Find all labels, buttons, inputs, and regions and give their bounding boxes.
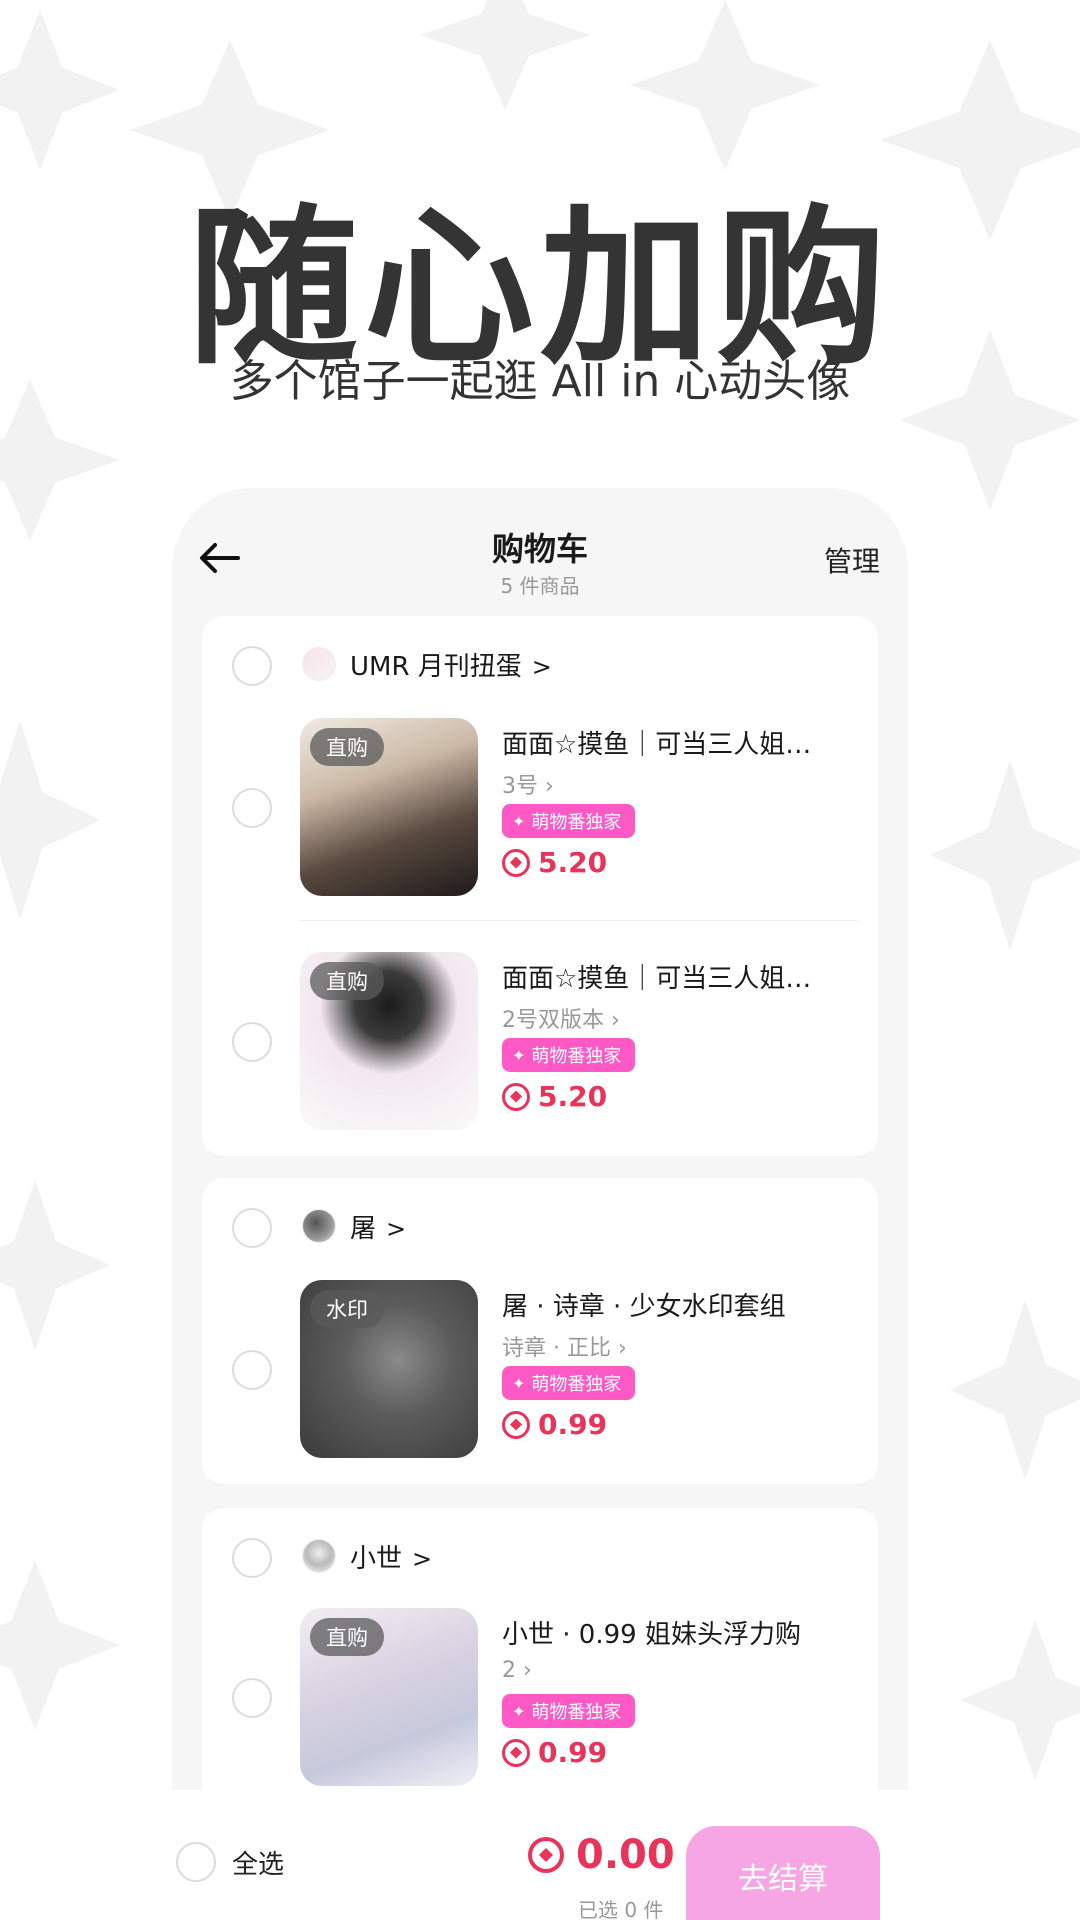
price-value: 5.20	[538, 846, 608, 879]
cart-item: 直购 面面☆摸鱼｜可当三人姐… 2号双版本 › ✦ 萌物番独家 5.20	[202, 952, 878, 1142]
coin-icon	[502, 848, 530, 877]
coin-icon	[502, 1738, 530, 1767]
item-select-radio[interactable]	[232, 1022, 272, 1062]
exclusive-badge: ✦ 萌物番独家	[502, 1694, 636, 1728]
chevron-right-icon: >	[531, 653, 552, 681]
checkout-bar: 全选 0.00 已选 0 件 去结算	[138, 1790, 910, 1920]
shop-header: 屠 >	[202, 1178, 878, 1278]
item-title[interactable]: 小世 · 0.99 姐妹头浮力购	[502, 1614, 832, 1651]
exclusive-badge: ✦ 萌物番独家	[502, 1366, 636, 1400]
chevron-right-icon: >	[412, 1545, 433, 1573]
item-thumbnail[interactable]: 直购	[300, 1608, 478, 1786]
shop-avatar	[302, 1539, 336, 1573]
coin-icon	[528, 1837, 564, 1873]
badge-label: 萌物番独家	[531, 1702, 622, 1723]
shop-select-radio[interactable]	[232, 1538, 272, 1578]
manage-button[interactable]: 管理	[824, 540, 880, 580]
cart-item: 直购 小世 · 0.99 姐妹头浮力购 2 › ✦ 萌物番独家 0.99	[202, 1608, 878, 1798]
price-value: 5.20	[538, 1080, 608, 1113]
total-price: 0.00	[528, 1832, 675, 1878]
item-spec[interactable]: 诗章 · 正比 ›	[502, 1330, 627, 1362]
item-price: 5.20	[502, 1080, 607, 1113]
item-select-radio[interactable]	[232, 788, 272, 828]
coin-icon	[502, 1410, 530, 1439]
phone-mockup: 购物车 5 件商品 管理 UMR 月刊扭蛋 > 直购 面面☆摸鱼｜可当三人姐… 3…	[172, 488, 908, 1920]
item-tag: 直购	[310, 728, 384, 766]
item-tag: 直购	[310, 1618, 384, 1656]
sparkle-icon: ✦	[512, 811, 526, 831]
item-title[interactable]: 面面☆摸鱼｜可当三人姐…	[502, 724, 832, 761]
sparkle-icon: ✦	[512, 1045, 526, 1065]
coin-icon	[502, 1082, 530, 1111]
shop-avatar	[302, 1209, 336, 1243]
checkout-button[interactable]: 去结算	[686, 1826, 880, 1920]
item-select-radio[interactable]	[232, 1678, 272, 1718]
price-value: 0.99	[538, 1408, 608, 1441]
item-price: 0.99	[502, 1408, 607, 1441]
item-thumbnail[interactable]: 直购	[300, 952, 478, 1130]
chevron-right-icon: >	[386, 1215, 407, 1243]
exclusive-badge: ✦ 萌物番独家	[502, 804, 636, 838]
shop-header: 小世 >	[202, 1508, 878, 1608]
shop-name: UMR 月刊扭蛋	[350, 652, 522, 682]
cart-item: 直购 面面☆摸鱼｜可当三人姐… 3号 › ✦ 萌物番独家 5.20	[202, 718, 878, 908]
shop-card: 屠 > 水印 屠 · 诗章 · 少女水印套组 诗章 · 正比 › ✦ 萌物番独家 …	[202, 1178, 878, 1484]
item-price: 0.99	[502, 1736, 607, 1769]
shop-name-link[interactable]: 屠 >	[350, 1208, 406, 1245]
shop-header: UMR 月刊扭蛋 >	[202, 616, 878, 716]
shop-select-radio[interactable]	[232, 1208, 272, 1248]
select-all-radio[interactable]	[176, 1842, 216, 1882]
badge-label: 萌物番独家	[531, 1046, 622, 1067]
hero-subtitle: 多个馆子一起逛 All in 心动头像	[229, 356, 851, 407]
item-price: 5.20	[502, 846, 607, 879]
item-thumbnail[interactable]: 直购	[300, 718, 478, 896]
shop-select-radio[interactable]	[232, 646, 272, 686]
shop-name: 小世	[350, 1544, 403, 1574]
badge-label: 萌物番独家	[531, 812, 622, 833]
sparkle-icon: ✦	[512, 1701, 526, 1721]
item-count: 5 件商品	[500, 574, 580, 598]
item-tag: 水印	[310, 1290, 384, 1328]
item-title[interactable]: 屠 · 诗章 · 少女水印套组	[502, 1286, 832, 1323]
total-value: 0.00	[576, 1832, 675, 1878]
badge-label: 萌物番独家	[531, 1374, 622, 1395]
shop-avatar	[302, 647, 336, 681]
price-value: 0.99	[538, 1736, 608, 1769]
item-select-radio[interactable]	[232, 1350, 272, 1390]
exclusive-badge: ✦ 萌物番独家	[502, 1038, 636, 1072]
sparkle-icon: ✦	[512, 1373, 526, 1393]
shop-name-link[interactable]: UMR 月刊扭蛋 >	[350, 646, 552, 683]
shop-name-link[interactable]: 小世 >	[350, 1538, 432, 1575]
item-thumbnail[interactable]: 水印	[300, 1280, 478, 1458]
page-title: 购物车	[491, 530, 588, 568]
cart-item: 水印 屠 · 诗章 · 少女水印套组 诗章 · 正比 › ✦ 萌物番独家 0.9…	[202, 1280, 878, 1470]
divider	[300, 920, 858, 921]
item-spec[interactable]: 3号 ›	[502, 768, 554, 800]
shop-name: 屠	[350, 1214, 377, 1244]
cart-nav-bar: 购物车 5 件商品 管理	[172, 488, 908, 618]
shop-card: UMR 月刊扭蛋 > 直购 面面☆摸鱼｜可当三人姐… 3号 › ✦ 萌物番独家 5…	[202, 616, 878, 1156]
select-all-label[interactable]: 全选	[232, 1844, 284, 1881]
item-tag: 直购	[310, 962, 384, 1000]
selected-count: 已选 0 件	[578, 1898, 664, 1920]
item-spec[interactable]: 2号双版本 ›	[502, 1002, 620, 1034]
item-title[interactable]: 面面☆摸鱼｜可当三人姐…	[502, 958, 832, 995]
item-spec[interactable]: 2 ›	[502, 1658, 532, 1683]
